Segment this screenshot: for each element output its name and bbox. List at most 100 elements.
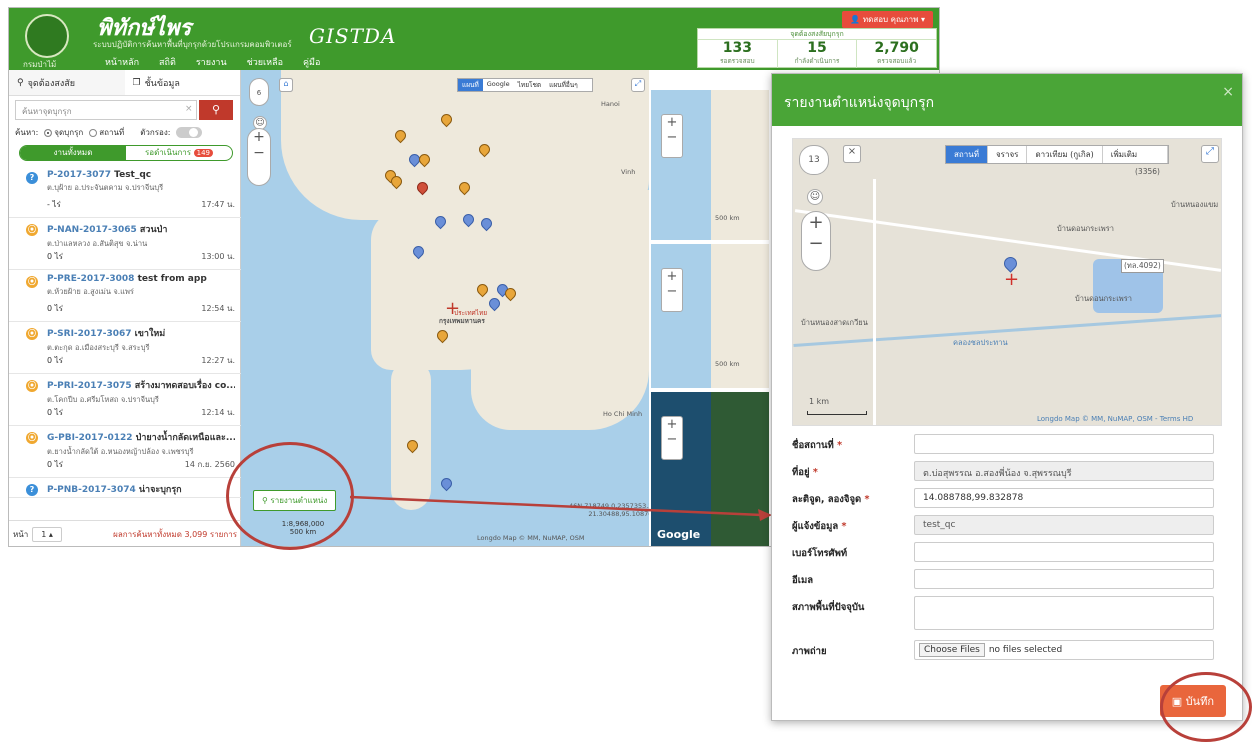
phone-input[interactable] xyxy=(914,542,1214,562)
map-tab-places[interactable]: สถานที่ xyxy=(946,146,988,163)
map-attribution: Longdo Map © MM, NuMAP, OSM - Terms HD xyxy=(1037,415,1194,423)
layer-tab-others[interactable]: แผนที่อื่นๆ xyxy=(545,79,592,91)
radio-place[interactable]: สถานที่ xyxy=(89,126,124,139)
list-item[interactable]: ⦿ G-PBI-2017-0122 ป่ายางน้ำกลัดเหนือและ..… xyxy=(9,426,241,478)
layer-tab-thaichote[interactable]: ไทยโชต xyxy=(514,79,546,91)
list-item[interactable]: ? P-2017-3077 Test_qc ต.บุฝ้าย อ.ประจันตคา… xyxy=(9,166,241,218)
crosshair-icon: + xyxy=(445,298,461,319)
layers-icon: ❐ xyxy=(132,77,141,88)
status-icon: ⦿ xyxy=(26,276,38,288)
clear-shape-icon[interactable]: × xyxy=(843,145,861,163)
list-item[interactable]: ⦿ P-PRI-2017-3075 สร้างมาทดสอบเรื่อง co..… xyxy=(9,374,241,426)
condition-label: สภาพพื้นที่ปัจจุบัน xyxy=(792,602,865,613)
fullscreen-icon[interactable]: ⤢ xyxy=(1201,145,1219,163)
home-icon[interactable]: ⌂ xyxy=(279,78,293,92)
mini-map-satellite[interactable]: + − Google xyxy=(649,392,769,546)
user-icon: 👤 xyxy=(850,15,863,24)
email-input[interactable] xyxy=(914,569,1214,589)
user-menu[interactable]: 👤 ทดสอบ คุณภาพ ▾ xyxy=(842,11,933,28)
seg-all[interactable]: งานทั้งหมด xyxy=(20,146,126,160)
clear-icon[interactable]: × xyxy=(185,104,193,114)
report-modal: รายงานตำแหน่งจุดบุกรุก × 13 ☺ +− ⟍ ⊡ × สถ… xyxy=(771,73,1243,721)
map-label: คลองชลประทาน xyxy=(953,338,1008,347)
zoom-control[interactable]: + − xyxy=(661,268,683,312)
land-mass xyxy=(471,190,649,430)
modal-map[interactable]: 13 ☺ +− ⟍ ⊡ × สถานที่ จราจร ดาวเทียม (กู… xyxy=(792,138,1222,426)
map-label: บ้านหนองสาดเกวียน xyxy=(801,318,868,327)
search-filter: ค้นหา: จุดบุกรุก สถานที่ ตัวกรอง: xyxy=(15,126,203,139)
street-view-icon[interactable]: ☺ xyxy=(807,189,823,205)
modal-header: รายงานตำแหน่งจุดบุกรุก × xyxy=(772,74,1242,126)
layer-tab-map[interactable]: แผนที่ xyxy=(458,79,483,91)
map-tab-satellite[interactable]: ดาวเทียม (กูเกิล) xyxy=(1027,146,1103,163)
address-label: ที่อยู่ * xyxy=(792,467,818,478)
reporter-input[interactable]: test_qc xyxy=(914,515,1214,535)
layer-tab-google[interactable]: Google xyxy=(483,79,514,91)
list-item[interactable]: ⦿ P-SRI-2017-3067 เขาใหม่ ต.ตะกุด อ.เมืองส… xyxy=(9,322,241,374)
map-tab-traffic[interactable]: จราจร xyxy=(988,146,1028,163)
zoom-in-button[interactable]: + xyxy=(248,129,270,145)
zoom-control[interactable]: + − xyxy=(661,114,683,158)
status-segment: งานทั้งหมด รอดำเนินการ 149 xyxy=(19,145,233,161)
page-select[interactable]: 1 ▴ xyxy=(32,527,62,542)
stats-title: จุดต้องสงสัยบุกรุก xyxy=(698,29,936,40)
search-input[interactable]: ค้นหาจุดบุกรุก xyxy=(15,100,197,120)
photo-file-input[interactable]: Choose Files no files selected xyxy=(914,640,1214,660)
file-status: no files selected xyxy=(988,645,1063,655)
zoom-in-button[interactable]: + xyxy=(802,212,830,233)
annotation-circle xyxy=(226,442,354,550)
report-form: ชื่อสถานที่ * ที่อยู่ * ต.บ่อสุพรรณ อ.สอง… xyxy=(792,434,1222,667)
annotation-circle xyxy=(1160,672,1252,742)
place-name-input[interactable] xyxy=(914,434,1214,454)
latlng-label: ละติจูด, ลองจิจูด * xyxy=(792,494,870,505)
map-label: Ho Chi Minh xyxy=(603,410,643,418)
zoom-level[interactable]: 6 xyxy=(249,78,269,106)
tab-layers[interactable]: ❐ ชั้นข้อมูล xyxy=(125,70,241,95)
pending-badge: 149 xyxy=(193,149,213,157)
gistda-logo: GISTDA xyxy=(309,24,397,48)
royal-forest-logo xyxy=(25,14,69,58)
fullscreen-icon[interactable]: ⤢ xyxy=(631,78,645,92)
map-label: Hanoi xyxy=(601,100,620,108)
mini-map-1[interactable]: + − 500 km xyxy=(649,90,769,240)
map-tab-more[interactable]: เพิ่มเติม xyxy=(1103,146,1169,163)
map-scale: 1 km xyxy=(809,397,830,406)
address-input[interactable]: ต.บ่อสุพรรณ อ.สองพี่น้อง จ.สุพรรณบุรี xyxy=(914,461,1214,481)
status-icon: ⦿ xyxy=(26,328,38,340)
land-mass xyxy=(711,392,769,546)
status-icon: ? xyxy=(26,172,38,184)
mini-map-2[interactable]: + − 500 km xyxy=(649,244,769,388)
search-button[interactable]: ⚲ xyxy=(199,100,233,120)
list-item[interactable]: ⦿ P-NAN-2017-3065 สวนป่า ต.ป่าแลหลวง อ.สัน… xyxy=(9,218,241,270)
marker-icon: ⚲ xyxy=(17,77,24,88)
map-attribution: Longdo Map © MM, NuMAP, OSM xyxy=(477,534,585,542)
zoom-control[interactable]: + − xyxy=(661,416,683,460)
radio-intrusion[interactable]: จุดบุกรุก xyxy=(44,126,83,139)
map-label: (3356) xyxy=(1135,167,1160,176)
zoom-level[interactable]: 13 xyxy=(799,145,829,175)
list-item[interactable]: ? P-PNB-2017-3074 น่าจะบุกรุก xyxy=(9,478,241,498)
zoom-out-button[interactable]: − xyxy=(248,145,270,161)
seg-pending[interactable]: รอดำเนินการ 149 xyxy=(126,146,232,160)
status-icon: ⦿ xyxy=(26,432,38,444)
road-line xyxy=(873,179,876,425)
email-label: อีเมล xyxy=(792,575,814,586)
map-pin[interactable] xyxy=(438,475,455,492)
list-item[interactable]: ⦿ P-PRE-2017-3008 test from app ต.ห้วยฝ้าย… xyxy=(9,270,241,322)
condition-textarea[interactable] xyxy=(914,596,1214,630)
crosshair-icon: + xyxy=(1004,269,1020,290)
latlng-input[interactable]: 14.088788,99.832878 xyxy=(914,488,1214,508)
map-label: บ้านดอนกระเพรา xyxy=(1057,224,1114,233)
close-icon[interactable]: × xyxy=(1222,84,1234,100)
tab-suspect-points[interactable]: ⚲ จุดต้องสงสัย xyxy=(9,70,125,95)
scale-bar xyxy=(807,411,867,415)
map-label: บ้านดอนกระเพรา xyxy=(1075,294,1132,303)
top-header: กรมป่าไม้ พิทักษ์ไพร ระบบปฏิบัติการค้นหา… xyxy=(9,8,939,73)
stats-panel: จุดต้องสงสัยบุกรุก 133 รอตรวจสอบ 15 กำลังด… xyxy=(697,28,937,68)
zoom-out-button[interactable]: − xyxy=(802,233,830,254)
filter-toggle[interactable] xyxy=(176,127,203,138)
place-name-label: ชื่อสถานที่ * xyxy=(792,440,843,451)
coords-readout: 46N,718749.0,2357353.3 21.30488,95.10876 xyxy=(569,502,649,518)
google-logo: Google xyxy=(657,528,701,541)
choose-files-button[interactable]: Choose Files xyxy=(919,643,985,657)
